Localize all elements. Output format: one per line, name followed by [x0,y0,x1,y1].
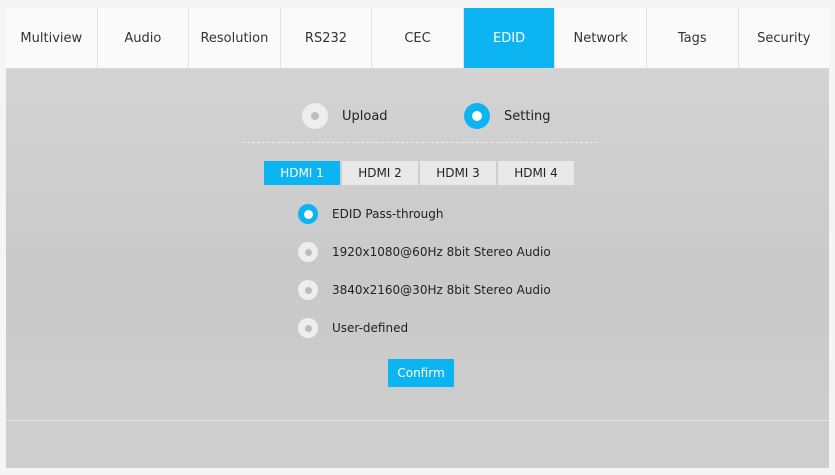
edid-option-1080p60[interactable]: 1920x1080@60Hz 8bit Stereo Audio [298,242,551,262]
tab-security[interactable]: Security [739,8,830,68]
radio-icon[interactable] [298,242,318,262]
edid-option-2160p30[interactable]: 3840x2160@30Hz 8bit Stereo Audio [298,280,551,300]
option-label: User-defined [332,321,409,335]
tab-hdmi-4[interactable]: HDMI 4 [498,161,574,185]
tab-cec[interactable]: CEC [372,8,464,68]
tab-rs232[interactable]: RS232 [281,8,373,68]
setting-radio-option[interactable]: Setting [464,103,551,129]
tab-hdmi-1[interactable]: HDMI 1 [264,161,340,185]
radio-icon[interactable] [298,280,318,300]
radio-icon[interactable] [298,318,318,338]
tab-edid[interactable]: EDID [463,8,556,68]
tab-hdmi-3[interactable]: HDMI 3 [420,161,496,185]
tab-network[interactable]: Network [555,8,647,68]
tab-hdmi-2[interactable]: HDMI 2 [342,161,418,185]
radio-selected-icon[interactable] [298,204,318,224]
tab-tags[interactable]: Tags [647,8,739,68]
edid-option-pass-through[interactable]: EDID Pass-through [298,204,551,224]
tab-multiview[interactable]: Multiview [6,8,98,68]
main-tab-bar: Multiview Audio Resolution RS232 CEC EDI… [6,8,829,69]
upload-label: Upload [342,108,388,124]
footer-divider [6,420,829,421]
dashed-divider [242,142,598,143]
setting-label: Setting [504,108,551,124]
edid-panel: Multiview Audio Resolution RS232 CEC EDI… [6,8,829,468]
edid-option-list: EDID Pass-through 1920x1080@60Hz 8bit St… [298,204,551,356]
tab-audio[interactable]: Audio [98,8,190,68]
setting-radio-icon[interactable] [464,103,490,129]
confirm-button[interactable]: Confirm [388,359,454,387]
tab-resolution[interactable]: Resolution [189,8,281,68]
upload-radio-option[interactable]: Upload [302,103,388,129]
edid-option-user-defined[interactable]: User-defined [298,318,551,338]
option-label: 3840x2160@30Hz 8bit Stereo Audio [332,283,551,297]
upload-radio-icon[interactable] [302,103,328,129]
option-label: 1920x1080@60Hz 8bit Stereo Audio [332,245,551,259]
hdmi-tab-bar: HDMI 1 HDMI 2 HDMI 3 HDMI 4 [264,161,574,185]
option-label: EDID Pass-through [332,207,444,221]
